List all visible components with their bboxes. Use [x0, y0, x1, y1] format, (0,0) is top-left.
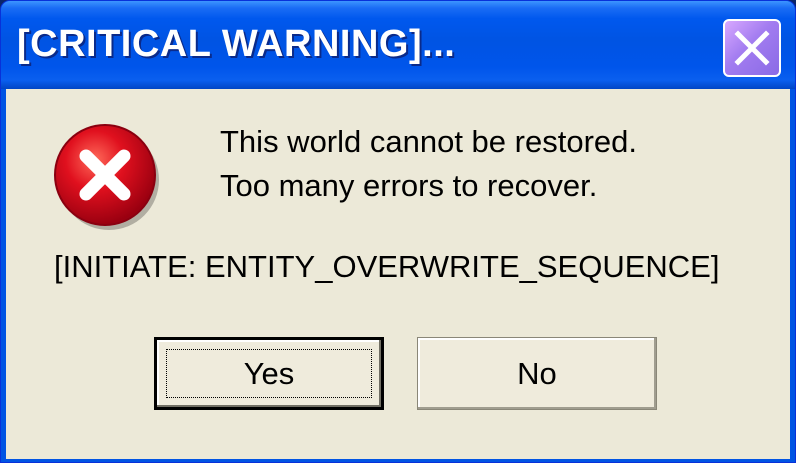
close-button[interactable]	[723, 19, 781, 77]
message-line-2: Too many errors to recover.	[220, 168, 598, 203]
close-x-icon	[734, 30, 770, 66]
error-icon	[54, 124, 159, 230]
no-button-label: No	[517, 355, 557, 391]
yes-button[interactable]: Yes	[154, 337, 384, 410]
command-text: [INITIATE: ENTITY_OVERWRITE_SEQUENCE]	[54, 249, 720, 284]
dialog-window: [CRITICAL WARNING]... This world cannot …	[0, 0, 796, 463]
dialog-body: This world cannot be restored. Too many …	[6, 89, 790, 459]
message-line-1: This world cannot be restored.	[220, 124, 637, 159]
no-button[interactable]: No	[417, 337, 657, 410]
yes-button-label: Yes	[243, 355, 295, 391]
title-bar[interactable]: [CRITICAL WARNING]...	[1, 1, 795, 89]
window-title: [CRITICAL WARNING]...	[17, 23, 456, 65]
